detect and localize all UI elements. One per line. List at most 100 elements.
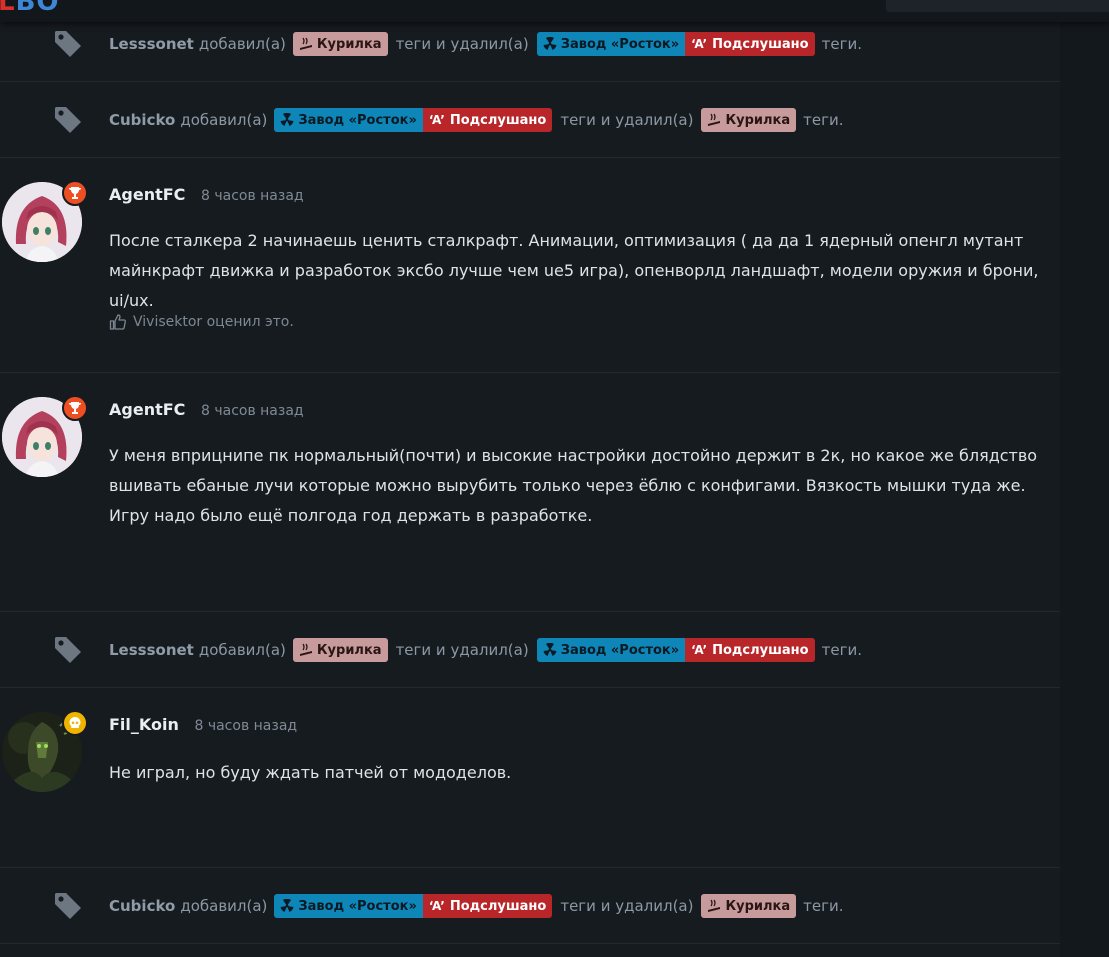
cigarette-icon [299, 37, 312, 50]
tag-plant[interactable]: Завод «Росток» [536, 32, 686, 56]
post-body: После сталкера 2 начинаешь ценить сталкр… [109, 231, 1039, 310]
comment-post: AgentFC 8 часов назад После сталкера 2 н… [0, 158, 1060, 372]
divider [0, 81, 1060, 82]
tag-heard[interactable]: ‘A’ Подслушано [422, 894, 553, 918]
tag-smoke-label: Курилка [725, 898, 791, 914]
event-middle-text: теги и удалил(а) [395, 641, 529, 659]
divider [0, 867, 1060, 868]
removed-tags: Курилка [701, 894, 797, 918]
tag-icon [55, 893, 81, 919]
event-user-link[interactable]: Lesssonet [109, 641, 194, 659]
user-badge [62, 395, 88, 421]
post-time-link[interactable]: 8 часов назад [194, 718, 297, 734]
right-rail [1060, 22, 1109, 957]
top-bar: LBO [0, 0, 1109, 22]
user-badge [62, 710, 88, 736]
post-likes-text[interactable]: Vivisektor оценил это. [133, 314, 294, 330]
tag-plant[interactable]: Завод «Росток» [536, 638, 686, 662]
tag-plant[interactable]: Завод «Росток» [274, 108, 423, 132]
tag-heard-label: Подслушано [449, 898, 547, 914]
event-middle-text: теги и удалил(а) [560, 111, 694, 129]
tag-icon [55, 31, 81, 57]
event-added-text: добавил(а) [180, 897, 268, 915]
tag-smoke[interactable]: Курилка [701, 894, 797, 918]
activity-feed: Lesssonet добавил(а) Курилка теги и удал… [0, 0, 1060, 957]
tag-heard[interactable]: ‘A’ Подслушано [422, 108, 553, 132]
post-author-link[interactable]: AgentFC [109, 400, 185, 419]
event-user-link[interactable]: Cubicko [109, 897, 175, 915]
divider [0, 943, 1060, 944]
post-author-link[interactable]: Fil_Koin [109, 715, 179, 734]
added-tags: Курилка [292, 638, 388, 662]
event-added-text: добавил(а) [180, 111, 268, 129]
cigarette-icon [708, 899, 721, 912]
post-time-link[interactable]: 8 часов назад [201, 188, 304, 204]
removed-tags: Курилка [701, 108, 797, 132]
post-time-link[interactable]: 8 часов назад [201, 403, 304, 419]
event-tail-text: теги. [821, 641, 862, 659]
logo-text-red: L [0, 0, 16, 17]
tag-change-event: Lesssonet добавил(а) Курилка теги и удал… [0, 26, 1060, 62]
radiation-icon [543, 37, 557, 50]
event-middle-text: теги и удалил(а) [560, 897, 694, 915]
tag-plant-label: Завод «Росток» [560, 36, 680, 52]
tag-plant[interactable]: Завод «Росток» [274, 894, 423, 918]
tag-change-event: Lesssonet добавил(а) Курилка теги и удал… [0, 632, 1060, 668]
cigarette-icon [299, 643, 312, 656]
tag-smoke[interactable]: Курилка [292, 638, 388, 662]
user-badge [62, 180, 88, 206]
tag-plant-label: Завод «Росток» [298, 112, 417, 128]
event-tail-text: теги. [803, 111, 844, 129]
site-logo[interactable]: LBO [0, 0, 60, 16]
tag-smoke-label: Курилка [725, 112, 791, 128]
tag-change-event: Cubicko добавил(а) Завод «Росток» ‘A’ По… [0, 888, 1060, 924]
tag-change-event: Cubicko добавил(а) Завод «Росток» ‘A’ По… [0, 102, 1060, 138]
cigarette-icon [708, 113, 721, 126]
tag-heard-label: Подслушано [712, 642, 809, 658]
removed-tags: Завод «Росток» ‘A’ Подслушано [536, 32, 815, 56]
tag-smoke[interactable]: Курилка [292, 32, 388, 56]
added-tags: Курилка [292, 32, 388, 56]
post-body: Не играл, но буду ждать патчей от мододе… [109, 763, 512, 782]
radiation-icon [543, 643, 557, 656]
tag-plant-label: Завод «Росток» [298, 898, 417, 914]
tag-heard-label: Подслушано [449, 112, 547, 128]
search-box[interactable] [886, 0, 1109, 12]
tag-smoke-label: Курилка [316, 642, 382, 658]
post-author-line: AgentFC 8 часов назад [109, 185, 304, 204]
event-added-text: добавил(а) [198, 35, 286, 53]
trophy-icon [69, 402, 81, 414]
tag-smoke[interactable]: Курилка [701, 108, 797, 132]
tag-smoke-label: Курилка [316, 36, 382, 52]
event-tail-text: теги. [803, 897, 844, 915]
event-middle-text: теги и удалил(а) [395, 35, 529, 53]
comment-post: AgentFC 8 часов назад У меня вприцнипе п… [0, 373, 1060, 611]
event-tail-text: теги. [821, 35, 862, 53]
quote-a-icon: ‘A’ [691, 643, 708, 657]
divider [0, 611, 1060, 612]
quote-a-icon: ‘A’ [428, 113, 445, 127]
trophy-icon [69, 187, 81, 199]
event-user-link[interactable]: Cubicko [109, 111, 175, 129]
tag-icon [55, 107, 81, 133]
post-body: У меня вприцнипе пк нормальный(почти) и … [109, 446, 1038, 525]
tag-heard[interactable]: ‘A’ Подслушано [685, 638, 815, 662]
logo-text-blue: BO [15, 0, 60, 17]
post-author-line: AgentFC 8 часов назад [109, 400, 304, 419]
skull-icon [69, 717, 81, 728]
removed-tags: Завод «Росток» ‘A’ Подслушано [536, 638, 815, 662]
radiation-icon [280, 113, 294, 126]
event-user-link[interactable]: Lesssonet [109, 35, 194, 53]
tag-icon [55, 637, 81, 663]
thumbs-up-icon[interactable] [109, 313, 127, 331]
post-author-link[interactable]: AgentFC [109, 185, 185, 204]
quote-a-icon: ‘A’ [428, 899, 445, 913]
comment-post: Fil_Koin 8 часов назад Не играл, но буду… [0, 688, 1060, 867]
post-author-line: Fil_Koin 8 часов назад [109, 715, 297, 734]
tag-plant-label: Завод «Росток» [560, 642, 680, 658]
radiation-icon [280, 899, 294, 912]
event-added-text: добавил(а) [198, 641, 286, 659]
tag-heard[interactable]: ‘A’ Подслушано [685, 32, 815, 56]
quote-a-icon: ‘A’ [691, 37, 708, 51]
added-tags: Завод «Росток» ‘A’ Подслушано [274, 108, 553, 132]
